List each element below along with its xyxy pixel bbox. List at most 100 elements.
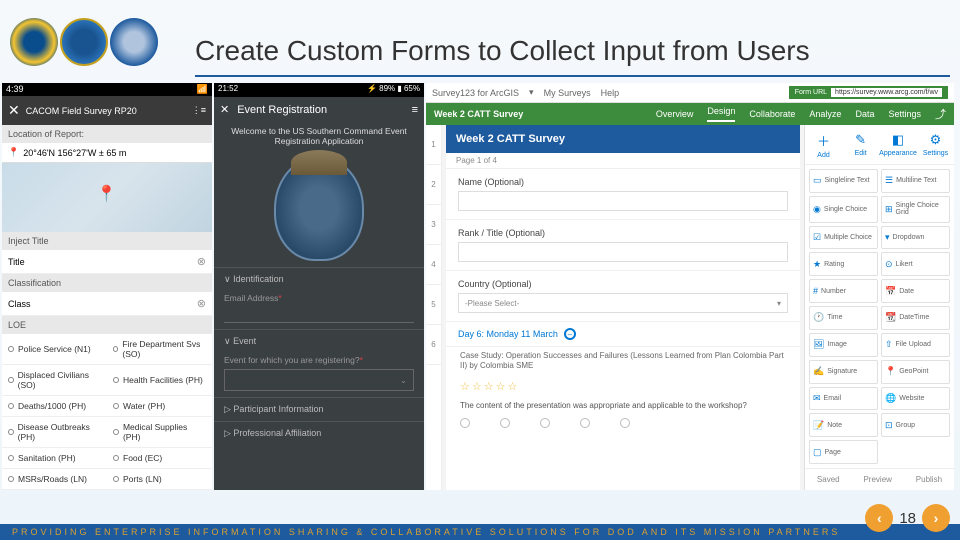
next-slide-button[interactable] [922, 504, 950, 532]
qnum: 2 [426, 165, 441, 205]
qtype-geopoint[interactable]: 📍GeoPoint [881, 360, 950, 384]
event-select[interactable]: ⌄ [224, 369, 414, 391]
inject-title-label: Inject Title [2, 232, 212, 250]
qtype-date[interactable]: 📅Date [881, 279, 950, 303]
collapse-icon[interactable]: – [564, 328, 576, 340]
form-field-name[interactable]: Name (Optional) [446, 169, 800, 220]
qtype-number[interactable]: #Number [809, 279, 878, 303]
section-identification[interactable]: ∨ Identification [214, 267, 424, 291]
qnum: 4 [426, 245, 441, 285]
nav-mysurveys[interactable]: My Surveys [544, 88, 591, 98]
text-input[interactable] [458, 191, 788, 211]
likert-options[interactable] [446, 414, 800, 432]
dropdown-icon[interactable]: ▾ [529, 87, 534, 98]
qtype-multichoice[interactable]: ☑Multiple Choice [809, 226, 878, 250]
share-icon[interactable] [935, 106, 946, 122]
list-item[interactable]: Deaths/1000 (PH) [2, 396, 107, 417]
qtype-website[interactable]: 🌐Website [881, 387, 950, 411]
radio-option[interactable] [460, 418, 470, 428]
tab-data[interactable]: Data [855, 109, 874, 119]
likert-question: The content of the presentation was appr… [446, 397, 800, 414]
qtype-likert[interactable]: ⊙Likert [881, 252, 950, 276]
qtype-page[interactable]: ▢Page [809, 440, 878, 464]
section-event[interactable]: ∨ Event [214, 329, 424, 353]
tab-overview[interactable]: Overview [656, 109, 694, 119]
preview-button[interactable]: Preview [863, 475, 891, 484]
options-icon[interactable]: ≡ [412, 104, 418, 116]
section-participant[interactable]: ▷ Participant Information [214, 397, 424, 421]
qtype-datetime[interactable]: 📆DateTime [881, 306, 950, 330]
chevron-down-icon: ⌄ [400, 375, 407, 386]
designer-tabs: Week 2 CATT Survey Overview Design Colla… [426, 103, 954, 125]
qtype-group[interactable]: ⊡Group [881, 413, 950, 437]
publish-button[interactable]: Publish [916, 475, 942, 484]
inject-title-input[interactable]: Title ⊗ [2, 250, 212, 274]
list-item[interactable]: Fire Department Svs (SO) [107, 334, 212, 365]
url-label: Form URL [795, 89, 827, 96]
list-item[interactable]: Sanitation (PH) [2, 448, 107, 469]
url-value[interactable]: https://survey.www.arcg.com/f/wv [831, 88, 942, 97]
form-page-indicator: Page 1 of 4 [446, 153, 800, 169]
qtype-signature[interactable]: ✍Signature [809, 360, 878, 384]
sidetab-appearance[interactable]: ◧Appearance [879, 125, 917, 164]
list-item[interactable]: Food (EC) [107, 448, 212, 469]
qtype-singleline[interactable]: ▭Singleline Text [809, 169, 878, 193]
list-item[interactable]: Medical Supplies (PH) [107, 417, 212, 448]
qtype-singlechoice[interactable]: ◉Single Choice [809, 196, 878, 223]
list-item[interactable]: Police Service (N1) [2, 334, 107, 365]
tab-settings[interactable]: Settings [888, 109, 921, 119]
sidetab-settings[interactable]: ⚙Settings [917, 125, 954, 164]
form-title-bar[interactable]: Week 2 CATT Survey [446, 125, 800, 153]
text-input[interactable] [458, 242, 788, 262]
event-field[interactable]: Event for which you are registering?* ⌄ [214, 353, 424, 397]
options-icon[interactable]: ⋮≡ [192, 105, 206, 116]
section-professional[interactable]: ▷ Professional Affiliation [214, 421, 424, 445]
welcome-text: Welcome to the US Southern Command Event… [214, 122, 424, 150]
case-study-text: Case Study: Operation Successes and Fail… [446, 347, 800, 376]
tab-design[interactable]: Design [707, 106, 735, 122]
qtype-fileupload[interactable]: ⇧File Upload [881, 333, 950, 357]
list-item[interactable]: Health Facilities (PH) [107, 365, 212, 396]
question-number-column: 1 2 3 4 5 6 [426, 125, 442, 490]
radio-option[interactable] [500, 418, 510, 428]
prev-slide-button[interactable] [865, 504, 893, 532]
form-field-rank[interactable]: Rank / Title (Optional) [446, 220, 800, 271]
map-preview[interactable]: 📍 [2, 163, 212, 232]
radio-option[interactable] [540, 418, 550, 428]
tab-collaborate[interactable]: Collaborate [749, 109, 795, 119]
email-input[interactable] [224, 305, 414, 323]
sidetab-add[interactable]: ＋Add [805, 125, 842, 164]
day-header[interactable]: Day 6: Monday 11 March – [446, 322, 800, 347]
qtype-dropdown[interactable]: ▾Dropdown [881, 226, 950, 250]
form-field-country[interactable]: Country (Optional) -Please Select- ▾ [446, 271, 800, 322]
classification-input[interactable]: Class ⊗ [2, 292, 212, 316]
header-logo-group [10, 18, 158, 66]
list-item[interactable]: Water (PH) [107, 396, 212, 417]
status-time: 21:52 [218, 84, 238, 96]
qtype-email[interactable]: ✉Email [809, 387, 878, 411]
qtype-rating[interactable]: ★Rating [809, 252, 878, 276]
radio-option[interactable] [580, 418, 590, 428]
nav-help[interactable]: Help [601, 88, 620, 98]
dropdown-input[interactable]: -Please Select- ▾ [458, 293, 788, 313]
list-item[interactable]: Displaced Civilians (SO) [2, 365, 107, 396]
qtype-multiline[interactable]: ☰Multiline Text [881, 169, 950, 193]
qtype-time[interactable]: 🕐Time [809, 306, 878, 330]
close-icon[interactable]: ✕ [220, 103, 229, 116]
rating-stars[interactable]: ☆☆☆☆☆ [446, 376, 800, 397]
qtype-image[interactable]: 🖼Image [809, 333, 878, 357]
clear-icon[interactable]: ⊗ [197, 255, 206, 268]
qtype-note[interactable]: 📝Note [809, 413, 878, 437]
qtype-singlechoicegrid[interactable]: ⊞Single Choice Grid [881, 196, 950, 223]
close-icon[interactable]: ✕ [8, 102, 20, 119]
list-item[interactable]: MSRs/Roads (LN) [2, 469, 107, 490]
clear-icon[interactable]: ⊗ [197, 297, 206, 310]
tab-analyze[interactable]: Analyze [809, 109, 841, 119]
sidetab-edit[interactable]: ✎Edit [842, 125, 879, 164]
coords-row[interactable]: 📍 20°46'N 156°27'W ± 65 m [2, 143, 212, 163]
radio-option[interactable] [620, 418, 630, 428]
email-field[interactable]: Email Address* [214, 291, 424, 329]
list-item[interactable]: Ports (LN) [107, 469, 212, 490]
list-item[interactable]: Disease Outbreaks (PH) [2, 417, 107, 448]
survey-title: CACOM Field Survey RP20 [26, 106, 137, 116]
